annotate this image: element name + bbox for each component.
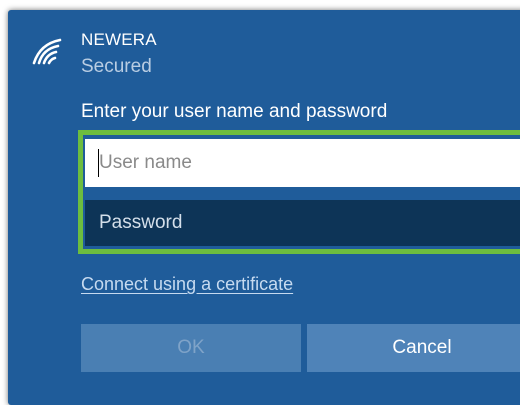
wifi-login-panel: NEWERA Secured Enter your user name and …: [8, 10, 520, 405]
password-input[interactable]: [85, 200, 520, 246]
network-status: Secured: [81, 56, 152, 77]
connect-certificate-link[interactable]: Connect using a certificate: [81, 274, 293, 295]
text-caret: [98, 149, 99, 177]
ok-button[interactable]: OK: [81, 324, 301, 372]
screenshot-frame: NEWERA Secured Enter your user name and …: [0, 0, 520, 405]
cancel-button[interactable]: Cancel: [307, 324, 520, 372]
username-input[interactable]: [85, 139, 520, 187]
network-name: NEWERA: [81, 30, 157, 49]
wifi-secured-icon: [32, 38, 62, 65]
credentials-prompt: Enter your user name and password: [81, 101, 388, 122]
